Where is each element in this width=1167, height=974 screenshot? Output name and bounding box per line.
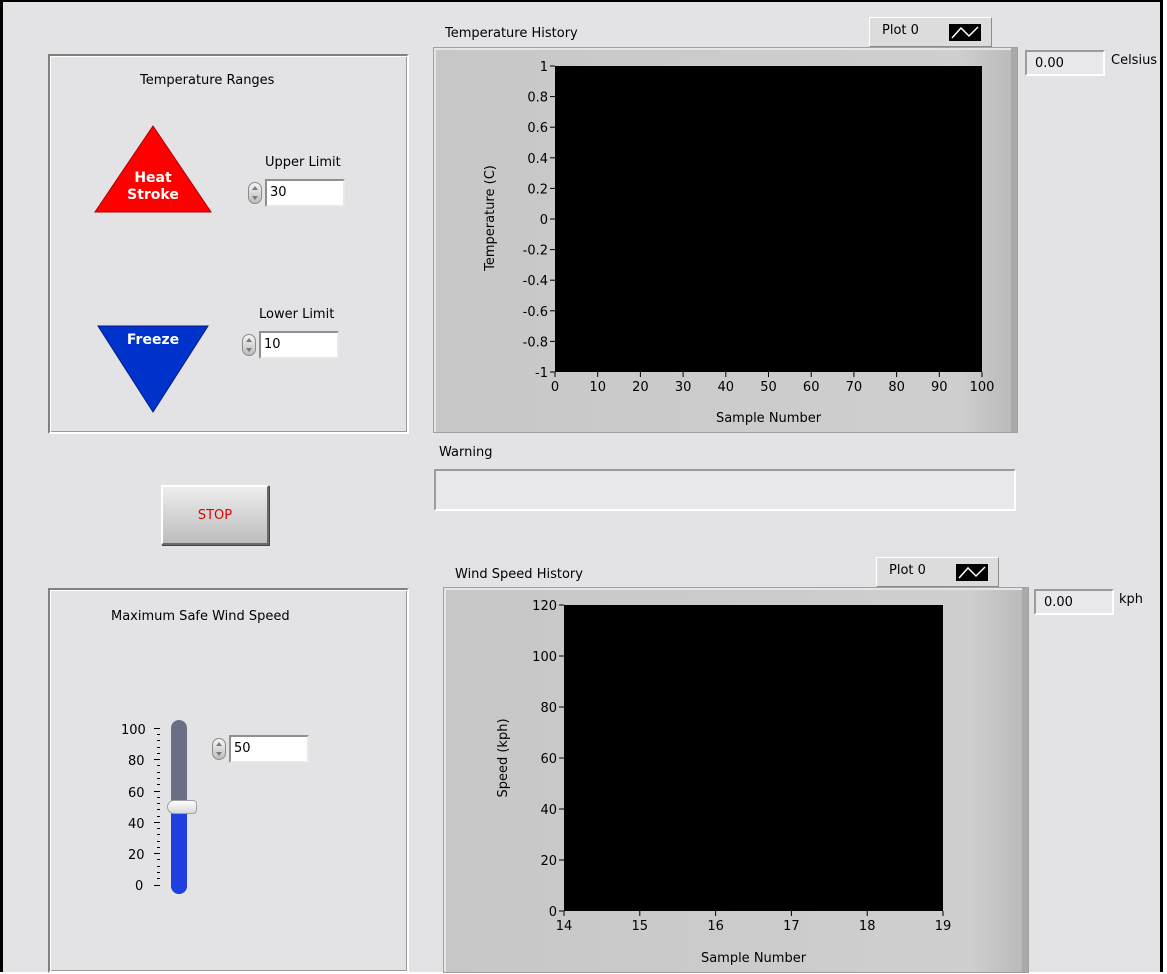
wind-panel-title: Maximum Safe Wind Speed [111, 609, 290, 624]
slider-thumb[interactable] [167, 800, 197, 814]
y-tick-label: 20 [540, 854, 557, 869]
lower-limit-spinner[interactable] [242, 334, 256, 356]
heat-stroke-label-2: Stroke [127, 187, 179, 203]
y-axis-label: Speed (kph) [496, 718, 511, 797]
slider-tick-label: 80 [128, 754, 145, 769]
x-tick-label: 60 [803, 380, 820, 395]
x-tick-label: 30 [675, 380, 692, 395]
y-tick-label: 60 [540, 752, 557, 767]
warning-label: Warning [439, 445, 493, 460]
plot-area [555, 66, 982, 372]
upper-limit-label: Upper Limit [265, 155, 341, 170]
celsius-unit-label: Celsius [1111, 53, 1158, 68]
upper-limit-input[interactable]: 30 [265, 179, 345, 207]
temperature-ranges-panel: Temperature Ranges Heat Stroke Upper Lim… [48, 54, 409, 434]
x-tick-label: 15 [632, 919, 649, 934]
x-tick-label: 16 [707, 919, 724, 934]
wind-legend-label: Plot 0 [889, 563, 926, 578]
y-tick-label: 100 [532, 650, 557, 665]
slider-fill [171, 809, 187, 894]
x-tick-label: 0 [551, 380, 559, 395]
heat-stroke-indicator: Heat Stroke [94, 125, 212, 213]
slider-tick-label: 0 [135, 879, 144, 894]
y-tick-label: 40 [540, 803, 557, 818]
y-tick-label: 80 [540, 701, 557, 716]
y-tick-label: -0.8 [523, 335, 548, 350]
x-tick-label: 80 [888, 380, 905, 395]
y-tick-label: 0.2 [527, 182, 548, 197]
slider-tick-label: 100 [121, 723, 146, 738]
y-axis-label: Temperature (C) [483, 165, 498, 272]
freeze-label: Freeze [127, 332, 179, 348]
front-panel: Temperature Ranges Heat Stroke Upper Lim… [0, 0, 1163, 973]
x-axis-label: Sample Number [701, 951, 807, 966]
wind-chart[interactable]: 14 15 16 17 18 19 120 100 80 60 40 20 0 Sample Number… [443, 587, 1029, 973]
warning-indicator [434, 469, 1016, 511]
celsius-readout: 0.00 [1025, 50, 1105, 76]
x-axis-label: Sample Number [716, 411, 822, 426]
y-tick-label: 0.6 [527, 121, 548, 136]
y-tick-label: -0.2 [523, 244, 548, 259]
x-tick-label: 18 [859, 919, 876, 934]
kph-readout: 0.00 [1034, 589, 1114, 615]
y-tick-label: 0 [549, 905, 557, 920]
stop-button[interactable]: STOP [161, 485, 269, 545]
wind-speed-spinner[interactable] [212, 738, 226, 760]
x-tick-label: 14 [556, 919, 573, 934]
lower-limit-label: Lower Limit [259, 307, 335, 322]
lower-limit-input[interactable]: 10 [259, 331, 339, 359]
temperature-plot-legend[interactable]: Plot 0 [869, 17, 992, 47]
y-tick-label: 0 [540, 213, 548, 228]
temperature-chart-title: Temperature History [445, 26, 578, 41]
y-tick-label: 120 [532, 599, 557, 614]
y-tick-label: -0.6 [523, 305, 548, 320]
x-tick-label: 70 [846, 380, 863, 395]
x-tick-label: 100 [970, 380, 995, 395]
y-tick-label: -1 [535, 366, 548, 381]
x-tick-label: 17 [783, 919, 800, 934]
wind-chart-title: Wind Speed History [455, 567, 583, 582]
temperature-plot-svg: 0 10 20 30 40 50 60 70 80 90 100 1 0.8 0.6 0.4 0.2 0 -0.2… [483, 60, 995, 426]
kph-unit-label: kph [1119, 592, 1144, 607]
y-tick-label: 0.8 [527, 91, 548, 106]
upper-limit-control[interactable]: 30 [248, 179, 348, 207]
x-tick-label: 20 [632, 380, 649, 395]
temperature-chart[interactable]: 0 10 20 30 40 50 60 70 80 90 100 1 0.8 0.6 0.4 0.2 0 -0.2… [433, 47, 1018, 433]
x-tick-label: 90 [931, 380, 948, 395]
x-tick-label: 40 [718, 380, 735, 395]
x-tick-label: 19 [935, 919, 952, 934]
x-tick-label: 10 [589, 380, 606, 395]
y-tick-label: -0.4 [523, 274, 548, 289]
heat-stroke-label-1: Heat [134, 170, 172, 186]
wind-plot-legend[interactable]: Plot 0 [876, 557, 999, 587]
temperature-ranges-title: Temperature Ranges [140, 73, 275, 88]
line-plot-icon [956, 564, 988, 581]
wind-speed-control[interactable]: 50 [212, 735, 312, 763]
slider-minor-ticks [154, 728, 160, 886]
wind-speed-panel: Maximum Safe Wind Speed 100 80 60 40 20 … [48, 588, 409, 973]
slider-tick-label: 40 [128, 817, 145, 832]
plot-area [564, 605, 943, 911]
stop-button-label: STOP [197, 508, 233, 523]
wind-plot-svg: 14 15 16 17 18 19 120 100 80 60 40 20 0 Sample Number… [496, 599, 952, 966]
y-tick-label: 1 [540, 60, 548, 75]
x-tick-label: 50 [760, 380, 777, 395]
line-plot-icon [949, 24, 981, 41]
slider-tick-label: 20 [128, 848, 145, 863]
upper-limit-spinner[interactable] [248, 182, 262, 204]
temperature-legend-label: Plot 0 [882, 23, 919, 38]
wind-speed-input[interactable]: 50 [229, 735, 309, 763]
lower-limit-control[interactable]: 10 [242, 331, 342, 359]
freeze-indicator: Freeze [97, 325, 209, 413]
y-tick-label: 0.4 [527, 152, 548, 167]
slider-tick-label: 60 [128, 786, 145, 801]
